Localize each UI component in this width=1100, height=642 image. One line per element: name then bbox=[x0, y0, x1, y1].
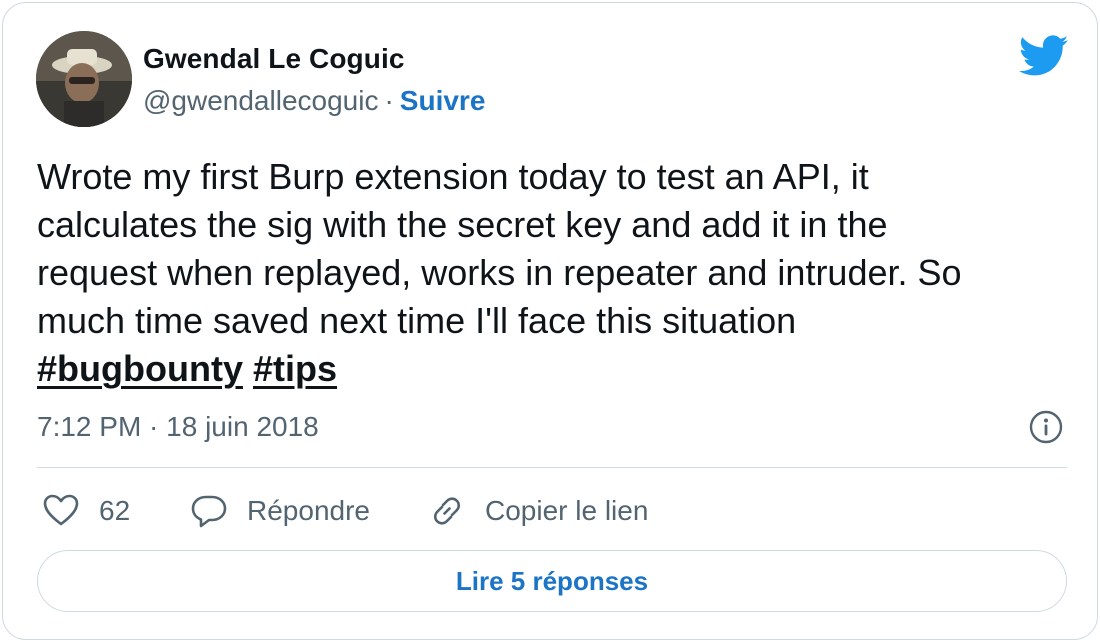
follow-button[interactable]: Suivre bbox=[400, 85, 486, 116]
read-replies-button[interactable]: Lire 5 réponses bbox=[37, 550, 1067, 612]
info-icon[interactable] bbox=[1029, 410, 1063, 444]
hashtag-row: #bugbounty #tips bbox=[37, 345, 337, 393]
like-button[interactable]: 62 bbox=[41, 489, 130, 533]
tweet-timestamp[interactable]: 7:12 PM · 18 juin 2018 bbox=[37, 411, 319, 443]
hashtag-bugbounty[interactable]: #bugbounty bbox=[37, 348, 243, 389]
copy-link-button[interactable]: Copier le lien bbox=[427, 489, 648, 533]
author-handle[interactable]: @gwendallecoguic bbox=[143, 85, 378, 116]
avatar-photo bbox=[36, 31, 132, 127]
avatar[interactable] bbox=[36, 31, 132, 127]
speech-bubble-icon bbox=[191, 495, 227, 528]
copy-link-label: Copier le lien bbox=[485, 495, 649, 526]
heart-icon bbox=[43, 494, 79, 526]
author-name[interactable]: Gwendal Le Coguic bbox=[143, 43, 405, 75]
like-count: 62 bbox=[99, 495, 131, 526]
reply-label: Répondre bbox=[247, 495, 370, 526]
twitter-bird-icon[interactable] bbox=[1019, 35, 1069, 77]
tweet-card: Gwendal Le Coguic @gwendallecoguic · Suivr… bbox=[2, 2, 1098, 640]
link-icon bbox=[433, 497, 461, 525]
divider bbox=[37, 467, 1067, 468]
hashtag-tips[interactable]: #tips bbox=[253, 348, 337, 389]
author-handle-row: @gwendallecoguic · Suivre bbox=[143, 85, 485, 117]
separator-dot: · bbox=[384, 85, 394, 116]
reply-button[interactable]: Répondre bbox=[189, 489, 370, 533]
tweet-text: Wrote my first Burp extension today to t… bbox=[37, 156, 962, 341]
